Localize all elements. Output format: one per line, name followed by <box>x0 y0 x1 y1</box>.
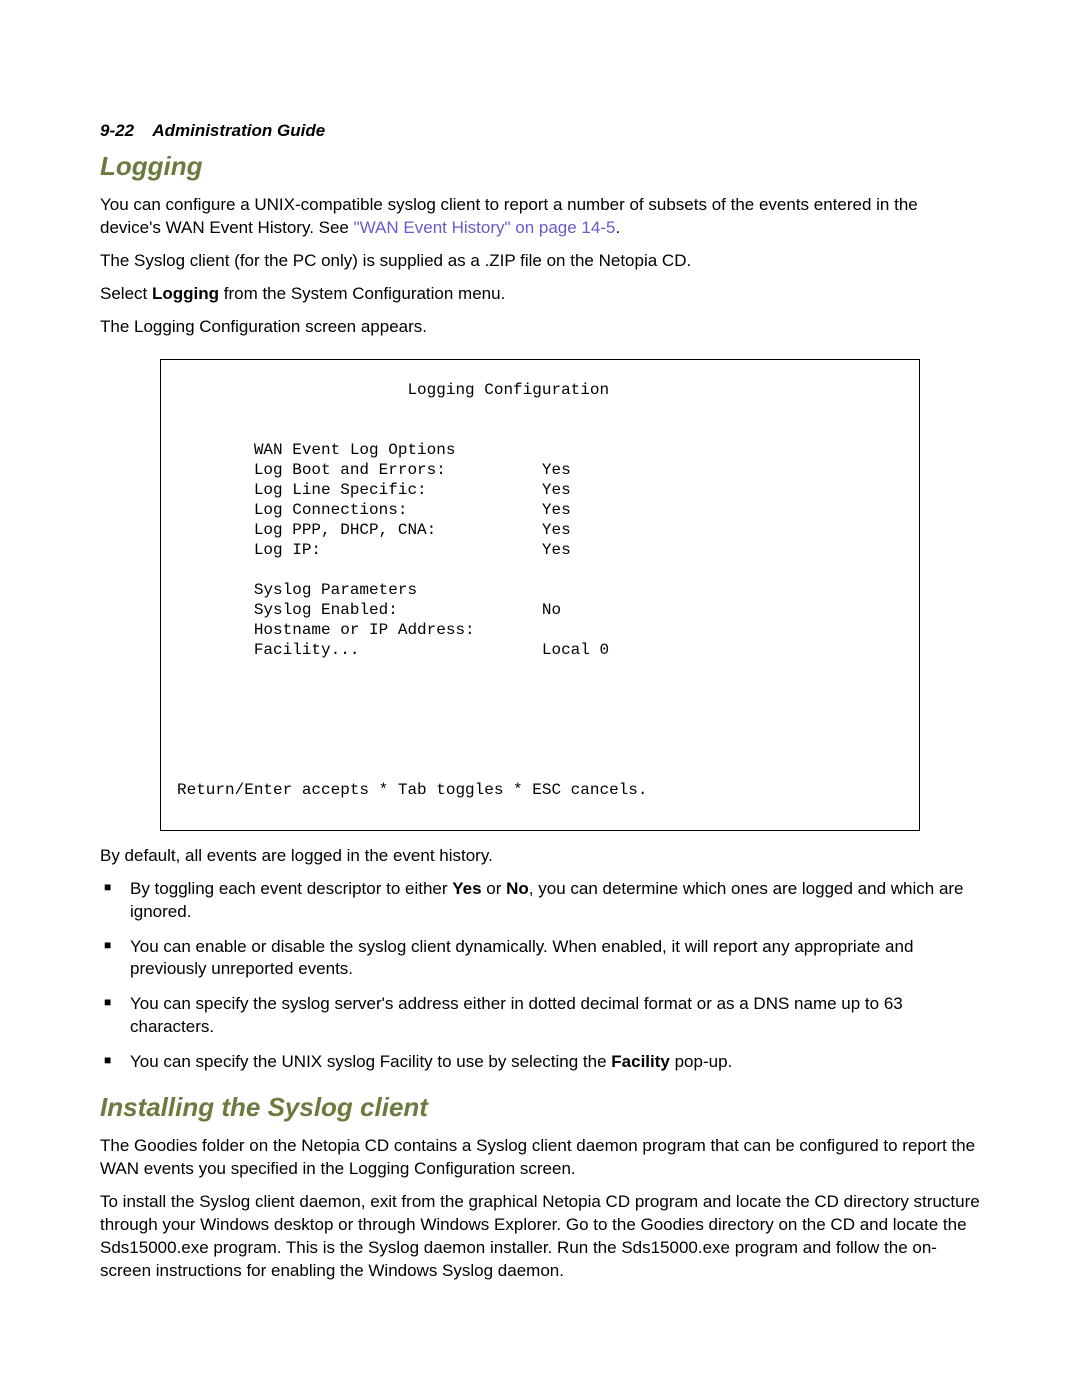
body-paragraph: The Logging Configuration screen appears… <box>100 316 980 339</box>
text-run: from the System Configuration menu. <box>219 284 505 303</box>
body-paragraph: Select Logging from the System Configura… <box>100 283 980 306</box>
bold-run: No <box>506 879 529 898</box>
body-paragraph: The Goodies folder on the Netopia CD con… <box>100 1135 980 1181</box>
page-number: 9-22 <box>100 121 134 140</box>
bold-run: Facility <box>611 1052 670 1071</box>
text-run: or <box>482 879 507 898</box>
body-paragraph: To install the Syslog client daemon, exi… <box>100 1191 980 1283</box>
cross-reference-link[interactable]: "WAN Event History" on page 14-5 <box>354 218 616 237</box>
body-paragraph: You can configure a UNIX-compatible sysl… <box>100 194 980 240</box>
text-run: Select <box>100 284 152 303</box>
section-heading-logging: Logging <box>100 149 980 184</box>
text-run: You can specify the UNIX syslog Facility… <box>130 1052 611 1071</box>
list-item: You can enable or disable the syslog cli… <box>100 936 980 982</box>
doc-title: Administration Guide <box>152 121 325 140</box>
bold-run: Logging <box>152 284 219 303</box>
section-heading-installing: Installing the Syslog client <box>100 1090 980 1125</box>
text-run: You can specify the syslog server's addr… <box>130 994 903 1036</box>
terminal-screenshot: Logging Configuration WAN Event Log Opti… <box>160 359 920 831</box>
text-run: . <box>615 218 620 237</box>
bullet-list: By toggling each event descriptor to eit… <box>100 878 980 1075</box>
list-item: You can specify the UNIX syslog Facility… <box>100 1051 980 1074</box>
terminal-content: Logging Configuration WAN Event Log Opti… <box>160 359 920 831</box>
page-header: 9-22 Administration Guide <box>100 120 980 143</box>
text-run: By toggling each event descriptor to eit… <box>130 879 452 898</box>
text-run: You can enable or disable the syslog cli… <box>130 937 913 979</box>
list-item: You can specify the syslog server's addr… <box>100 993 980 1039</box>
list-item: By toggling each event descriptor to eit… <box>100 878 980 924</box>
text-run: pop-up. <box>670 1052 732 1071</box>
bold-run: Yes <box>452 879 481 898</box>
body-paragraph: The Syslog client (for the PC only) is s… <box>100 250 980 273</box>
body-paragraph: By default, all events are logged in the… <box>100 845 980 868</box>
document-page: 9-22 Administration Guide Logging You ca… <box>0 0 1080 1397</box>
